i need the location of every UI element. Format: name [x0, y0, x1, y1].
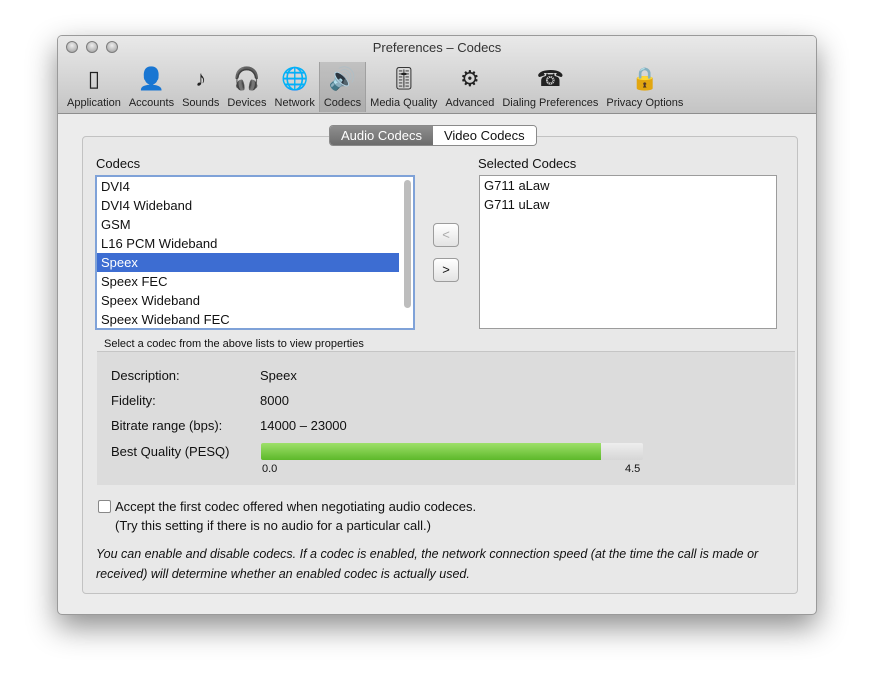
speaker-chip-icon: 🔊: [328, 66, 357, 91]
codec-item[interactable]: Speex: [97, 253, 399, 272]
quality-max: 4.5: [625, 463, 641, 475]
user-icon: 👤: [137, 66, 166, 91]
keyhole-icon: 🔒: [631, 66, 659, 91]
codec-item[interactable]: L16 PCM Wideband: [97, 234, 399, 253]
accept-first-codec-label: Accept the first codec offered when nego…: [115, 499, 477, 514]
headset-icon: 🎧: [233, 66, 261, 91]
toolbar-label: Dialing Preferences: [502, 97, 599, 109]
toolbar-label: Sounds: [182, 97, 220, 109]
codec-note: You can enable and disable codecs. If a …: [96, 547, 759, 581]
accept-first-codec-checkbox[interactable]: [98, 500, 111, 513]
tab-audio-codecs[interactable]: Audio Codecs: [330, 126, 433, 145]
codec-item[interactable]: DVI4: [97, 177, 399, 196]
codec-item[interactable]: Speex Wideband FEC: [97, 310, 399, 329]
globe-icon: 🌐: [280, 66, 309, 91]
switch-icon: ▯: [87, 66, 100, 91]
selected-codecs-list[interactable]: G711 aLaw G711 uLaw: [479, 175, 777, 329]
remove-codec-button[interactable]: <: [433, 223, 459, 247]
selected-codecs-label: Selected Codecs: [478, 156, 577, 171]
quality-min: 0.0: [262, 463, 278, 475]
bitrate-label: Bitrate range (bps):: [111, 418, 223, 433]
toolbar-label: Accounts: [128, 97, 175, 109]
toolbar-advanced[interactable]: ⚙ Advanced: [441, 62, 498, 112]
fidelity-label: Fidelity:: [111, 393, 156, 408]
toolbar-codecs[interactable]: 🔊 Codecs: [318, 62, 367, 112]
tab-video-codecs[interactable]: Video Codecs: [432, 126, 536, 145]
toolbar-application[interactable]: ▯ Application: [63, 62, 125, 112]
toolbar: ▯ Application 👤 Accounts ♪ Sounds 🎧 Devices 🌐 Net…: [63, 62, 687, 112]
music-note-icon: ♪: [195, 66, 207, 91]
toolbar-label: Devices: [227, 97, 267, 109]
accept-first-codec-hint: (Try this setting if there is no audio f…: [115, 518, 431, 533]
toolbar-media-quality[interactable]: 🎚 Media Quality: [366, 62, 441, 112]
toolbar-sounds[interactable]: ♪ Sounds: [178, 62, 223, 112]
toolbar-privacy-options[interactable]: 🔒 Privacy Options: [602, 62, 687, 112]
codecs-list[interactable]: DVI4 DVI4 Wideband GSM L16 PCM Wideband Spee…: [95, 175, 415, 330]
codec-item[interactable]: GSM: [97, 215, 399, 234]
toolbar-accounts[interactable]: 👤 Accounts: [125, 62, 178, 112]
quality-bar-fill: [261, 443, 601, 460]
gear-icon: ⚙: [460, 66, 480, 91]
properties-hint: Select a codec from the above lists to v…: [104, 338, 364, 350]
toolbar-label: Privacy Options: [606, 97, 684, 109]
add-codec-button[interactable]: >: [433, 258, 459, 282]
toolbar-label: Media Quality: [370, 97, 438, 109]
equalizer-check-icon: 🎚: [389, 66, 418, 91]
codec-item[interactable]: Speex FEC: [97, 272, 399, 291]
toolbar-label: Application: [67, 97, 121, 109]
quality-bar: [261, 443, 643, 460]
toolbar-network[interactable]: 🌐 Network: [271, 62, 319, 112]
codecs-label: Codecs: [96, 156, 141, 171]
scrollbar[interactable]: [404, 180, 411, 308]
fidelity-value: 8000: [260, 393, 289, 408]
toolbar-devices[interactable]: 🎧 Devices: [223, 62, 270, 112]
toolbar-label: Advanced: [445, 97, 495, 109]
title-bar: Preferences – Codecs ▯ Application 👤 Accoun…: [58, 36, 816, 114]
quality-label: Best Quality (PESQ): [111, 444, 230, 459]
codec-item[interactable]: DVI4 Wideband: [97, 196, 399, 215]
properties-panel: Description: Speex Fidelity: 8000 Bitrat…: [97, 351, 795, 485]
toolbar-label: Codecs: [323, 97, 362, 109]
toolbar-dialing-preferences[interactable]: ☎ Dialing Preferences: [498, 62, 602, 112]
phone-dial-icon: ☎: [536, 66, 565, 91]
toolbar-label: Network: [274, 97, 315, 109]
description-value: Speex: [260, 368, 297, 383]
selected-codec-item[interactable]: G711 uLaw: [480, 195, 776, 214]
codec-tabs: Audio Codecs Video Codecs: [329, 125, 537, 146]
codec-item[interactable]: Speex Wideband: [97, 291, 399, 310]
window-title: Preferences – Codecs: [372, 40, 502, 55]
selected-codec-item[interactable]: G711 aLaw: [480, 176, 776, 195]
description-label: Description:: [111, 368, 180, 383]
bitrate-value: 14000 – 23000: [260, 418, 347, 433]
